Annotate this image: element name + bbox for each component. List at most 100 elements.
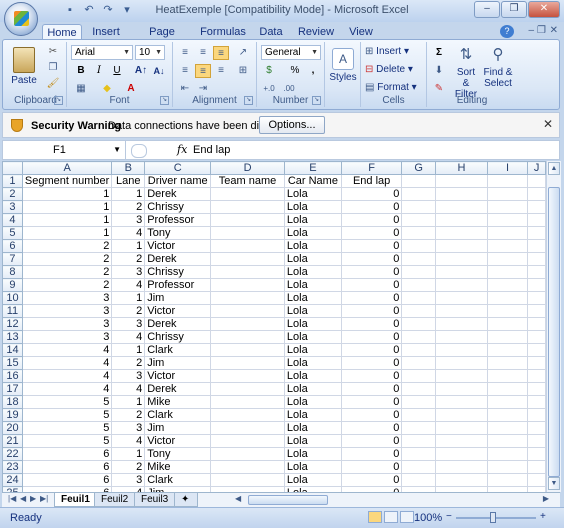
cell[interactable]: 0 xyxy=(340,356,403,370)
cell[interactable] xyxy=(486,330,529,344)
cell[interactable] xyxy=(527,408,546,422)
cell[interactable]: Lola xyxy=(283,421,342,435)
cell[interactable] xyxy=(401,200,436,214)
row-header[interactable]: 9 xyxy=(2,278,23,292)
cell[interactable] xyxy=(486,395,529,409)
cell[interactable]: Derek xyxy=(144,317,212,331)
cell[interactable]: Driver name xyxy=(144,174,212,188)
cell[interactable] xyxy=(527,382,546,396)
decrease-indent-icon[interactable]: ⇤ xyxy=(177,82,193,96)
row-header[interactable]: 5 xyxy=(2,226,23,240)
delete-cells-button[interactable]: ⊟ Delete ▾ xyxy=(365,64,413,75)
align-bottom-icon[interactable]: ≡ xyxy=(213,46,229,60)
page-layout-view-icon[interactable] xyxy=(384,511,398,523)
cell[interactable]: 2 xyxy=(21,239,113,253)
cell[interactable]: 0 xyxy=(340,200,403,214)
cell[interactable]: Lola xyxy=(283,252,342,266)
cell[interactable] xyxy=(486,473,529,487)
cell[interactable] xyxy=(527,226,546,240)
cell[interactable]: 3 xyxy=(111,213,146,227)
cell[interactable] xyxy=(486,265,529,279)
cell[interactable] xyxy=(210,460,285,474)
row-header[interactable]: 1 xyxy=(2,174,23,188)
cell[interactable]: Lola xyxy=(283,369,342,383)
cell[interactable] xyxy=(434,382,488,396)
cell[interactable] xyxy=(401,291,436,305)
row-header[interactable]: 13 xyxy=(2,330,23,344)
cell[interactable]: Clark xyxy=(144,343,212,357)
scroll-right-icon[interactable]: ▶ xyxy=(543,494,549,503)
cell[interactable] xyxy=(401,239,436,253)
cell[interactable] xyxy=(401,434,436,448)
row-header[interactable]: 16 xyxy=(2,369,23,383)
accounting-format-icon[interactable]: $ xyxy=(261,64,277,78)
cell[interactable]: Clark xyxy=(144,408,212,422)
formula-input[interactable]: End lap xyxy=(193,141,230,159)
options-button[interactable]: Options... xyxy=(259,116,325,134)
cell[interactable] xyxy=(401,330,436,344)
cell[interactable]: Derek xyxy=(144,252,212,266)
cell[interactable] xyxy=(401,226,436,240)
workbook-close-icon[interactable]: ✕ xyxy=(550,25,558,36)
scroll-down-icon[interactable]: ▼ xyxy=(548,477,560,490)
cell[interactable] xyxy=(434,200,488,214)
cell[interactable] xyxy=(527,447,546,461)
tab-review[interactable]: Review xyxy=(296,24,336,40)
select-all-corner[interactable] xyxy=(2,161,23,175)
cell[interactable]: 4 xyxy=(111,226,146,240)
cell[interactable] xyxy=(401,343,436,357)
cell[interactable]: 0 xyxy=(340,187,403,201)
cell[interactable]: 3 xyxy=(21,317,113,331)
cell[interactable] xyxy=(210,291,285,305)
zoom-slider[interactable] xyxy=(456,517,536,519)
cell[interactable]: Chrissy xyxy=(144,330,212,344)
cell[interactable]: 1 xyxy=(111,291,146,305)
cell[interactable]: 2 xyxy=(111,252,146,266)
expand-icon[interactable] xyxy=(131,144,147,158)
prev-sheet-icon[interactable]: ◀ xyxy=(20,494,26,503)
align-center-icon[interactable]: ≡ xyxy=(195,64,211,78)
row-header[interactable]: 18 xyxy=(2,395,23,409)
row-header[interactable]: 4 xyxy=(2,213,23,227)
row-header[interactable]: 8 xyxy=(2,265,23,279)
minimize-button[interactable]: – xyxy=(474,1,500,18)
cell[interactable]: 2 xyxy=(21,252,113,266)
tab-page-layout[interactable]: Page Layout xyxy=(132,24,192,54)
cell[interactable]: 3 xyxy=(21,330,113,344)
cell[interactable]: Professor xyxy=(144,213,212,227)
cell[interactable] xyxy=(527,460,546,474)
cell[interactable] xyxy=(401,213,436,227)
horizontal-scroll-thumb[interactable] xyxy=(248,495,328,505)
cell[interactable]: Victor xyxy=(144,434,212,448)
cell[interactable]: 0 xyxy=(340,421,403,435)
cell[interactable]: 3 xyxy=(111,265,146,279)
cell[interactable] xyxy=(401,473,436,487)
styles-button[interactable]: A Styles xyxy=(328,45,358,93)
cell[interactable]: 2 xyxy=(111,460,146,474)
row-header[interactable]: 12 xyxy=(2,317,23,331)
row-header[interactable]: 17 xyxy=(2,382,23,396)
cell[interactable]: 3 xyxy=(111,369,146,383)
cell[interactable] xyxy=(486,226,529,240)
row-header[interactable]: 20 xyxy=(2,421,23,435)
column-header-a[interactable]: A xyxy=(21,161,113,175)
column-header-h[interactable]: H xyxy=(434,161,488,175)
cell[interactable]: 0 xyxy=(340,304,403,318)
cell[interactable]: 5 xyxy=(21,421,113,435)
cell[interactable] xyxy=(210,408,285,422)
cell[interactable]: 4 xyxy=(21,369,113,383)
cell[interactable] xyxy=(486,382,529,396)
cell[interactable] xyxy=(486,343,529,357)
vertical-scrollbar[interactable]: ▲ ▼ xyxy=(546,161,561,492)
cell[interactable]: 4 xyxy=(111,382,146,396)
cell[interactable]: Lola xyxy=(283,278,342,292)
decrease-decimal-icon[interactable]: .00 xyxy=(281,82,297,96)
cell[interactable]: Team name xyxy=(210,174,285,188)
font-launcher-icon[interactable]: ↘ xyxy=(160,96,169,105)
cell[interactable] xyxy=(434,252,488,266)
fill-color-icon[interactable]: ◆ xyxy=(99,82,115,96)
cell[interactable]: 5 xyxy=(21,434,113,448)
cell[interactable] xyxy=(527,304,546,318)
cell[interactable]: Victor xyxy=(144,239,212,253)
cell[interactable]: Lola xyxy=(283,317,342,331)
